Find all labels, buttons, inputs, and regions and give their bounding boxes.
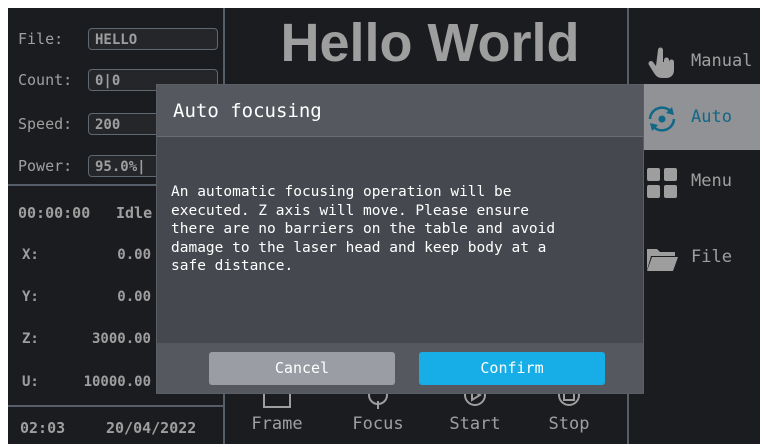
hand-pointer-icon: [648, 47, 674, 78]
u-label: U:: [22, 374, 39, 390]
z-label: Z:: [22, 331, 39, 347]
dialog-message-line: there are no barriers on the table and a…: [171, 221, 556, 237]
menu-item-menu-label: Menu: [691, 171, 732, 191]
menu-item-file-label: File: [691, 247, 732, 267]
dialog-header: Auto focusing: [157, 85, 643, 137]
cancel-button[interactable]: Cancel: [209, 352, 395, 385]
file-label: File:: [18, 30, 64, 48]
dialog-message-line: damage to the laser head and keep body a…: [171, 239, 547, 256]
count-label: Count:: [18, 71, 73, 89]
folder-icon: [647, 249, 678, 271]
menu-item-menu[interactable]: Menu: [629, 148, 760, 214]
dialog-message-line: safe distance.: [171, 258, 294, 274]
dialog-message-line: executed. Z axis will move. Please ensur…: [171, 202, 529, 219]
focus-label: Focus: [352, 414, 404, 434]
z-value: 3000.00: [91, 331, 151, 347]
machine-state: Idle: [116, 204, 153, 222]
x-label: X:: [22, 247, 39, 263]
grid-icon: [647, 168, 677, 198]
clock-time: 02:03: [20, 419, 66, 437]
dialog-message-line: An automatic focusing operation will be: [171, 184, 512, 200]
stop-label: Stop: [548, 414, 590, 434]
clock-date: 20/04/2022: [106, 419, 197, 437]
dialog-title: Auto focusing: [173, 100, 322, 122]
start-label: Start: [449, 414, 501, 434]
power-label: Power:: [18, 157, 73, 175]
dialog-footer: Cancel Confirm: [157, 343, 643, 393]
page-title: Hello World: [280, 13, 580, 73]
machine-screen: File: HELLO Count: 0|0 Speed: 200 Power:…: [8, 8, 760, 444]
x-value: 0.00: [117, 247, 151, 263]
dialog-message: An automatic focusing operation will be …: [171, 183, 641, 276]
y-value: 0.00: [117, 289, 151, 305]
file-field[interactable]: HELLO: [88, 28, 218, 50]
y-label: Y:: [22, 289, 39, 305]
menu-item-file[interactable]: File: [629, 224, 760, 290]
menu-item-auto[interactable]: Auto: [629, 84, 760, 150]
confirm-button[interactable]: Confirm: [419, 352, 605, 385]
frame-label: Frame: [251, 414, 303, 434]
auto-focus-icon: [648, 106, 676, 132]
auto-focus-dialog: Auto focusing An automatic focusing oper…: [156, 84, 644, 394]
speed-label: Speed:: [18, 115, 73, 133]
timer-text: 00:00:00: [18, 204, 91, 222]
u-value: 10000.00: [83, 374, 151, 390]
right-menu: Manual Auto Menu File: [629, 8, 760, 444]
menu-item-auto-label: Auto: [691, 107, 732, 127]
